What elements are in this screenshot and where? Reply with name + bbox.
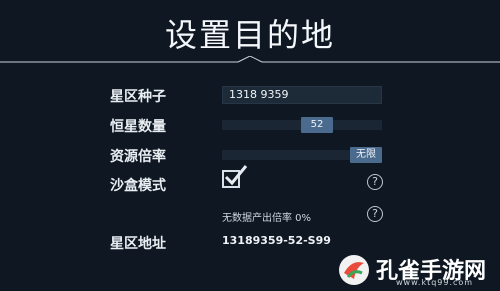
- watermark: 孔雀手游网 www.ktq99.com: [334, 253, 494, 287]
- address-value: 13189359-52-S99: [222, 234, 331, 247]
- peacock-logo-icon: [339, 255, 369, 285]
- resource-multiplier-slider[interactable]: 无限: [222, 147, 382, 163]
- checkmark-icon: [224, 165, 248, 186]
- title-divider: [0, 56, 500, 63]
- sandbox-help-icon[interactable]: ?: [367, 174, 383, 190]
- sandbox-checkbox[interactable]: [222, 165, 248, 188]
- star-count-label: 恒星数量: [110, 119, 166, 135]
- resource-multiplier-handle[interactable]: 无限: [350, 147, 382, 163]
- seed-label: 星区种子: [110, 89, 166, 105]
- sandbox-label: 沙盒模式: [110, 178, 166, 194]
- watermark-url: www.ktq99.com: [396, 278, 474, 287]
- resource-multiplier-label: 资源倍率: [110, 149, 166, 165]
- output-rate-help-icon[interactable]: ?: [367, 206, 383, 222]
- seed-input[interactable]: 1318 9359: [222, 86, 382, 104]
- star-count-slider[interactable]: 52: [222, 117, 382, 133]
- page-title: 设置目的地: [164, 16, 335, 54]
- address-label: 星区地址: [110, 236, 166, 252]
- star-count-handle[interactable]: 52: [301, 117, 333, 133]
- output-rate-note: 无数据产出倍率 0%: [222, 213, 312, 224]
